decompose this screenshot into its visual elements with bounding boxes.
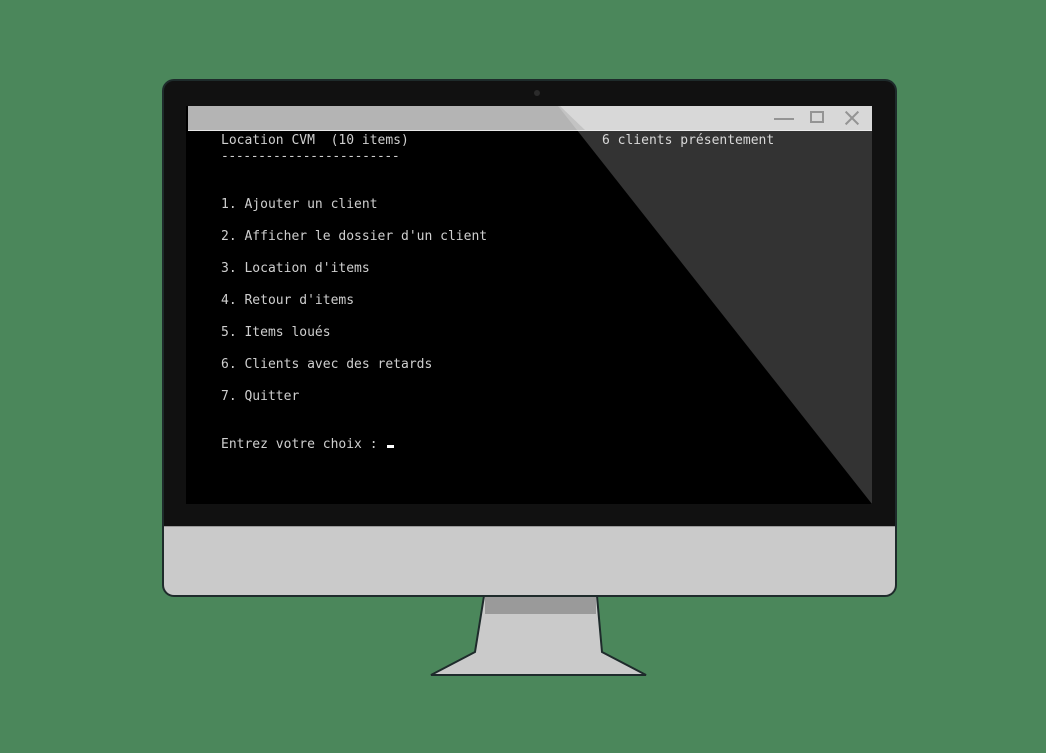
menu-item-return-items: 4. Retour d'items <box>221 293 355 308</box>
client-count-status: 6 clients présentement <box>602 133 775 148</box>
close-icon[interactable] <box>840 108 864 128</box>
minimize-icon[interactable] <box>772 108 796 128</box>
monitor-chin <box>164 526 895 595</box>
window-titlebar[interactable] <box>188 106 872 131</box>
menu-item-rented-items: 5. Items loués <box>221 325 331 340</box>
text-cursor <box>387 445 395 448</box>
maximize-icon[interactable] <box>806 108 830 128</box>
console-window[interactable]: Location CVM (10 items) ----------------… <box>186 106 872 504</box>
webcam-dot <box>534 90 540 96</box>
menu-item-late-clients: 6. Clients avec des retards <box>221 357 433 372</box>
menu-item-show-client-file: 2. Afficher le dossier d'un client <box>221 229 488 244</box>
menu-item-quit: 7. Quitter <box>221 389 300 404</box>
monitor-stand <box>430 596 647 676</box>
choice-prompt-line[interactable]: Entrez votre choix : <box>221 437 395 453</box>
desktop-scene: Location CVM (10 items) ----------------… <box>0 0 1046 753</box>
window-controls <box>772 108 864 128</box>
choice-prompt: Entrez votre choix : <box>221 437 386 452</box>
title-underline: ------------------------ <box>221 149 400 164</box>
menu-item-add-client: 1. Ajouter un client <box>221 197 378 212</box>
app-title: Location CVM (10 items) <box>221 133 409 148</box>
console-output[interactable]: Location CVM (10 items) ----------------… <box>186 131 872 504</box>
menu-item-rent-items: 3. Location d'items <box>221 261 370 276</box>
